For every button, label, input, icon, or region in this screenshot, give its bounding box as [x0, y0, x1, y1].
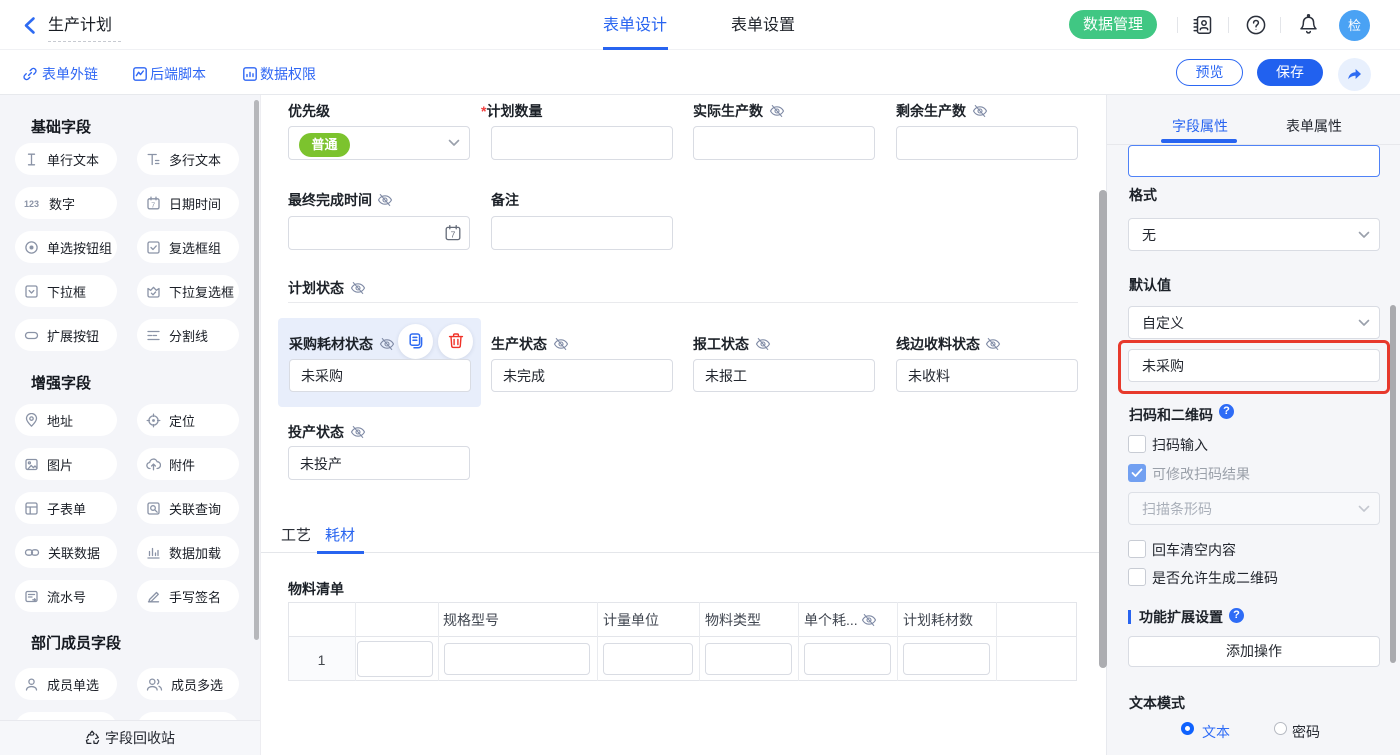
svg-text:123: 123	[24, 199, 39, 209]
svg-text:7: 7	[151, 202, 155, 209]
svg-text:7: 7	[451, 230, 456, 240]
